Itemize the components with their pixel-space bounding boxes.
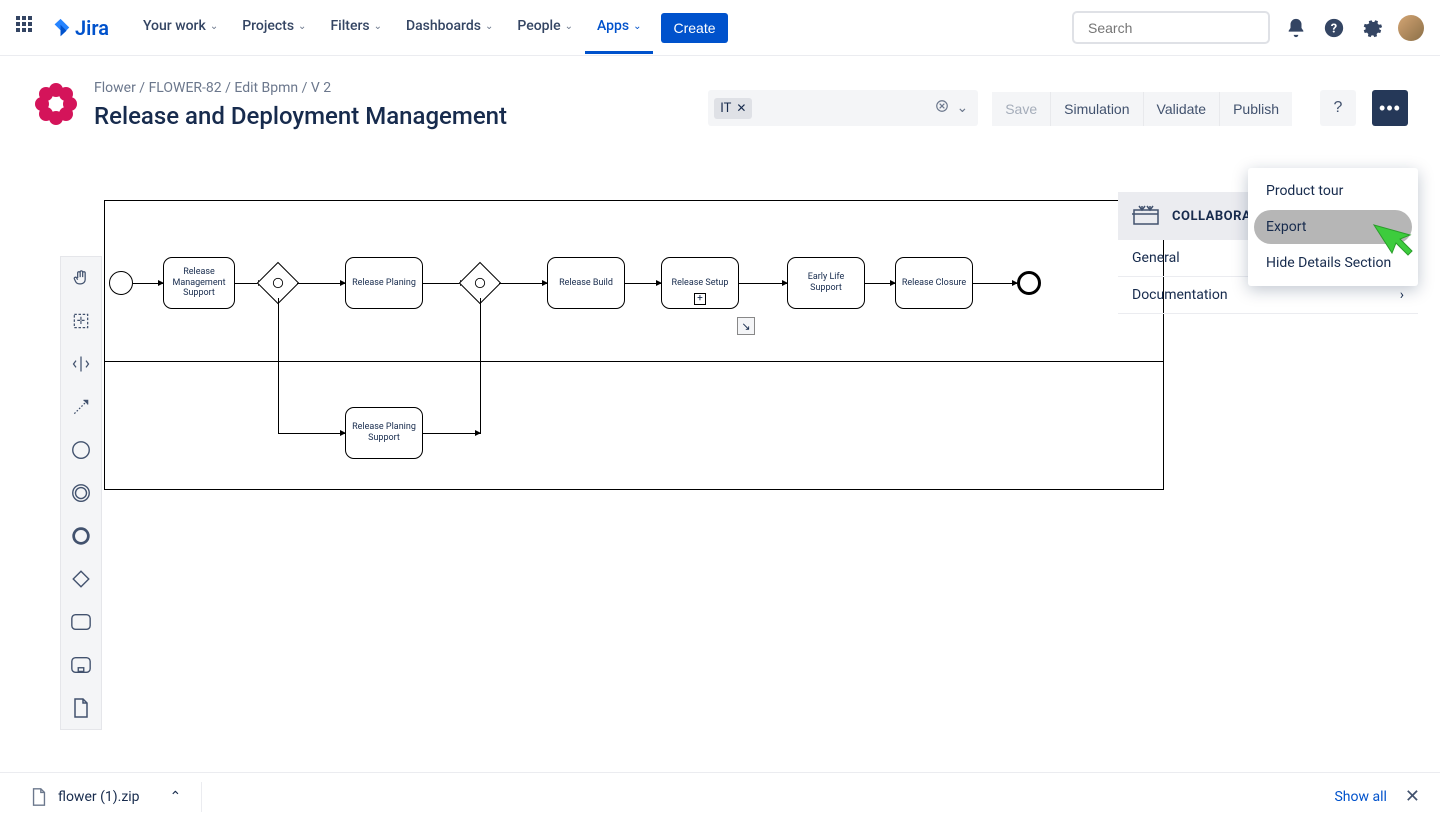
palette-end-event-icon[interactable] xyxy=(68,523,94,549)
project-flower-icon xyxy=(32,80,80,128)
breadcrumb-edit[interactable]: Edit Bpmn xyxy=(234,80,298,96)
nav-filters[interactable]: Filters⌄ xyxy=(318,1,394,54)
more-actions-menu: Product tour Export Hide Details Section xyxy=(1248,168,1418,286)
page-title: Release and Deployment Management xyxy=(94,102,708,130)
chevron-right-icon: › xyxy=(1400,287,1404,303)
tag-chip-it: IT ✕ xyxy=(714,98,752,119)
task-release-mgmt-support[interactable]: Release Management Support xyxy=(163,257,235,309)
nav-people[interactable]: People⌄ xyxy=(505,1,585,54)
palette-task-icon[interactable] xyxy=(68,609,94,635)
nav-apps[interactable]: Apps⌄ xyxy=(585,1,654,54)
tag-filter[interactable]: IT ✕ ⌄ xyxy=(708,90,978,126)
download-item[interactable]: flower (1).zip xyxy=(20,781,150,813)
tag-remove-icon[interactable]: ✕ xyxy=(736,101,746,115)
action-buttons: Save Simulation Validate Publish xyxy=(992,92,1292,126)
palette-intermediate-event-icon[interactable] xyxy=(68,480,94,506)
palette-connect-icon[interactable] xyxy=(68,394,94,420)
app-switcher-icon[interactable] xyxy=(16,16,40,40)
menu-product-tour[interactable]: Product tour xyxy=(1248,174,1418,208)
palette-start-event-icon[interactable] xyxy=(68,437,94,463)
nav-your-work[interactable]: Your work⌄ xyxy=(131,1,230,54)
nav-items: Your work⌄ Projects⌄ Filters⌄ Dashboards… xyxy=(131,1,654,54)
bpmn-pool: Release Management Support Release Plani… xyxy=(104,200,1164,490)
jira-logo[interactable]: Jira xyxy=(50,16,109,40)
simulation-button[interactable]: Simulation xyxy=(1050,92,1142,126)
tag-dropdown-icon[interactable]: ⌄ xyxy=(952,97,972,119)
svg-text:?: ? xyxy=(1331,21,1337,36)
palette-lasso-icon[interactable]: ✛ xyxy=(68,308,94,334)
download-filename: flower (1).zip xyxy=(58,789,140,805)
notifications-icon[interactable] xyxy=(1284,16,1308,40)
save-button[interactable]: Save xyxy=(992,92,1050,126)
download-bar: flower (1).zip ⌃ Show all ✕ xyxy=(0,772,1440,820)
show-all-link[interactable]: Show all xyxy=(1334,789,1386,805)
task-early-life[interactable]: Early Life Support xyxy=(787,257,865,309)
palette-gateway-icon[interactable] xyxy=(68,566,94,592)
settings-icon[interactable] xyxy=(1360,16,1384,40)
breadcrumb-version[interactable]: V 2 xyxy=(311,80,331,96)
subprocess-marker-icon: + xyxy=(694,293,706,305)
menu-hide-details[interactable]: Hide Details Section xyxy=(1248,246,1418,280)
expand-subprocess-button[interactable]: ↘ xyxy=(737,317,755,335)
publish-button[interactable]: Publish xyxy=(1219,92,1292,126)
validate-button[interactable]: Validate xyxy=(1143,92,1220,126)
tag-clear-icon[interactable] xyxy=(932,96,952,120)
palette-subprocess-icon[interactable] xyxy=(68,652,94,678)
search-box[interactable] xyxy=(1072,11,1270,44)
palette-data-object-icon[interactable] xyxy=(68,695,94,721)
bpmn-palette: ✛ xyxy=(60,256,102,730)
jira-logo-text: Jira xyxy=(75,16,109,40)
task-release-build[interactable]: Release Build xyxy=(547,257,625,309)
user-avatar[interactable] xyxy=(1398,15,1424,41)
breadcrumb: Flower / FLOWER-82 / Edit Bpmn / V 2 xyxy=(94,80,708,96)
task-release-planing-support[interactable]: Release Planing Support xyxy=(345,407,423,459)
download-bar-close-icon[interactable]: ✕ xyxy=(1405,786,1420,807)
create-button[interactable]: Create xyxy=(661,13,727,43)
file-icon xyxy=(30,787,48,807)
breadcrumb-flower[interactable]: Flower xyxy=(94,80,136,96)
breadcrumb-issue[interactable]: FLOWER-82 xyxy=(149,80,222,96)
download-expand-icon[interactable]: ⌃ xyxy=(170,789,182,805)
nav-projects[interactable]: Projects⌄ xyxy=(230,1,318,54)
search-input[interactable] xyxy=(1088,20,1269,36)
task-release-planing[interactable]: Release Planing xyxy=(345,257,423,309)
menu-export[interactable]: Export xyxy=(1254,210,1412,244)
help-icon[interactable]: ? xyxy=(1322,16,1346,40)
more-actions-button[interactable]: ••• xyxy=(1372,90,1408,126)
page-header: Flower / FLOWER-82 / Edit Bpmn / V 2 Rel… xyxy=(0,56,1440,140)
collaboration-icon xyxy=(1132,204,1160,228)
palette-hand-icon[interactable] xyxy=(68,265,94,291)
end-event[interactable] xyxy=(1017,271,1041,295)
top-navigation: Jira Your work⌄ Projects⌄ Filters⌄ Dashb… xyxy=(0,0,1440,56)
task-release-setup[interactable]: Release Setup + xyxy=(661,257,739,309)
task-release-closure[interactable]: Release Closure xyxy=(895,257,973,309)
nav-dashboards[interactable]: Dashboards⌄ xyxy=(394,1,505,54)
palette-space-icon[interactable] xyxy=(68,351,94,377)
start-event[interactable] xyxy=(109,271,133,295)
editor-help-button[interactable]: ? xyxy=(1320,90,1356,126)
